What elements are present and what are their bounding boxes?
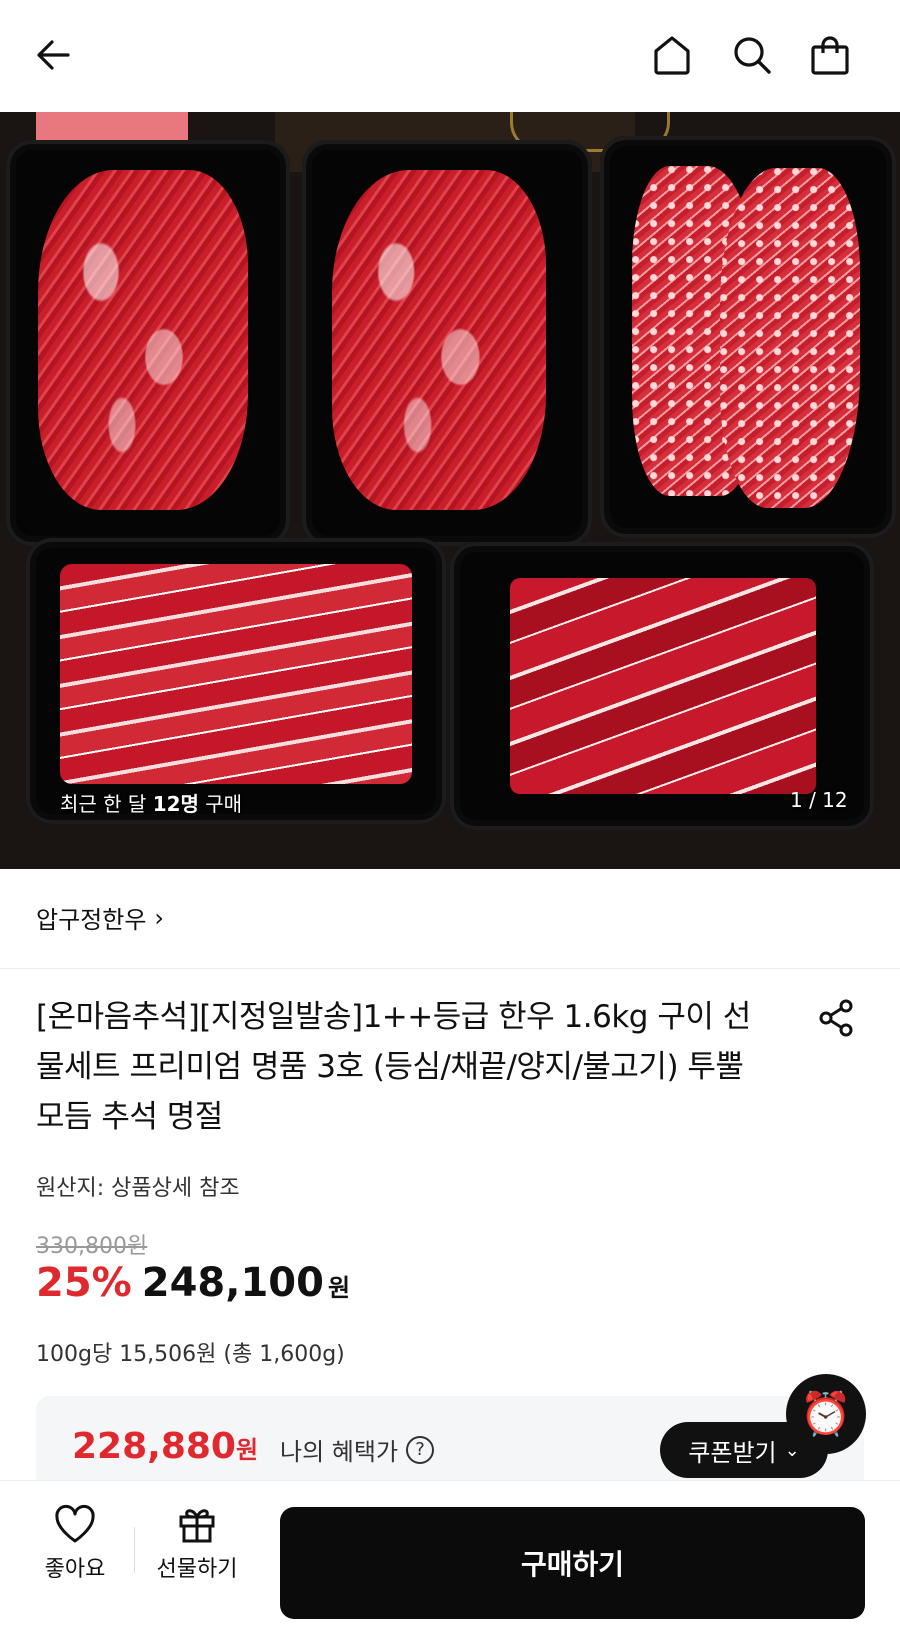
chevron-right-icon: › (154, 903, 165, 932)
origin-info: 원산지: 상품상세 참조 (36, 1176, 240, 1201)
discount-rate: 25% (36, 1260, 132, 1306)
meat-tray (6, 140, 290, 546)
arrow-left-icon[interactable] (28, 30, 78, 80)
search-icon[interactable] (727, 30, 777, 80)
meat-tray (600, 136, 896, 538)
price-row: 25% 248,100 원 (36, 1260, 350, 1306)
caption-prefix: 최근 한 달 (60, 792, 153, 816)
like-label: 좋아요 (44, 1557, 106, 1582)
gift-button[interactable]: 선물하기 (150, 1503, 244, 1583)
brand-link[interactable]: 압구정한우 › (36, 900, 164, 935)
product-title: [온마음추석][지정일발송]1++등급 한우 1.6kg 구이 선물세트 프리미… (36, 999, 751, 1135)
gift-icon (179, 1509, 215, 1543)
image-pager: 1 / 12 (790, 788, 848, 812)
share-icon[interactable] (815, 996, 859, 1040)
benefit-label-text: 나의 혜택가 (280, 1438, 399, 1466)
product-image-carousel[interactable]: 최근 한 달 12명 구매 1 / 12 (0, 112, 900, 869)
meat-cut (510, 578, 816, 794)
gift-label: 선물하기 (156, 1557, 238, 1582)
top-navigation-bar (0, 0, 900, 112)
sale-price: 248,100 (141, 1260, 324, 1306)
bottom-action-bar: 좋아요 선물하기 구매하기 (0, 1480, 900, 1631)
help-icon[interactable]: ? (406, 1435, 435, 1464)
recent-purchase-caption: 최근 한 달 12명 구매 (60, 788, 242, 817)
bottom-divider (134, 1527, 135, 1573)
caption-suffix: 구매 (198, 792, 243, 816)
unit-price: 100g당 15,506원 (총 1,600g) (36, 1342, 345, 1367)
section-divider (0, 968, 900, 969)
original-price: 330,800원 (36, 1234, 148, 1259)
benefit-price-unit: 원 (235, 1436, 259, 1464)
benefit-price-value: 228,880 (72, 1426, 236, 1467)
caption-count: 12명 (152, 792, 199, 816)
heart-icon (55, 1504, 95, 1543)
meat-tray (450, 542, 874, 830)
buy-button[interactable]: 구매하기 (280, 1507, 865, 1619)
meat-cut (60, 564, 412, 784)
home-icon[interactable] (647, 30, 697, 80)
meat-cut (720, 168, 860, 508)
shopping-bag-icon[interactable] (805, 30, 855, 80)
like-button[interactable]: 좋아요 (40, 1503, 110, 1583)
coupon-label: 쿠폰받기 (688, 1438, 777, 1467)
alarm-clock-icon[interactable]: ⏰ (786, 1374, 866, 1454)
benefit-price: 228,880원 (72, 1426, 258, 1467)
meat-tray (302, 140, 592, 546)
benefit-label: 나의 혜택가 ? (280, 1432, 435, 1467)
meat-tray (26, 538, 446, 824)
meat-cut (38, 170, 248, 510)
brand-name: 압구정한우 (36, 906, 147, 934)
meat-cut (332, 170, 546, 510)
price-unit: 원 (327, 1274, 351, 1302)
